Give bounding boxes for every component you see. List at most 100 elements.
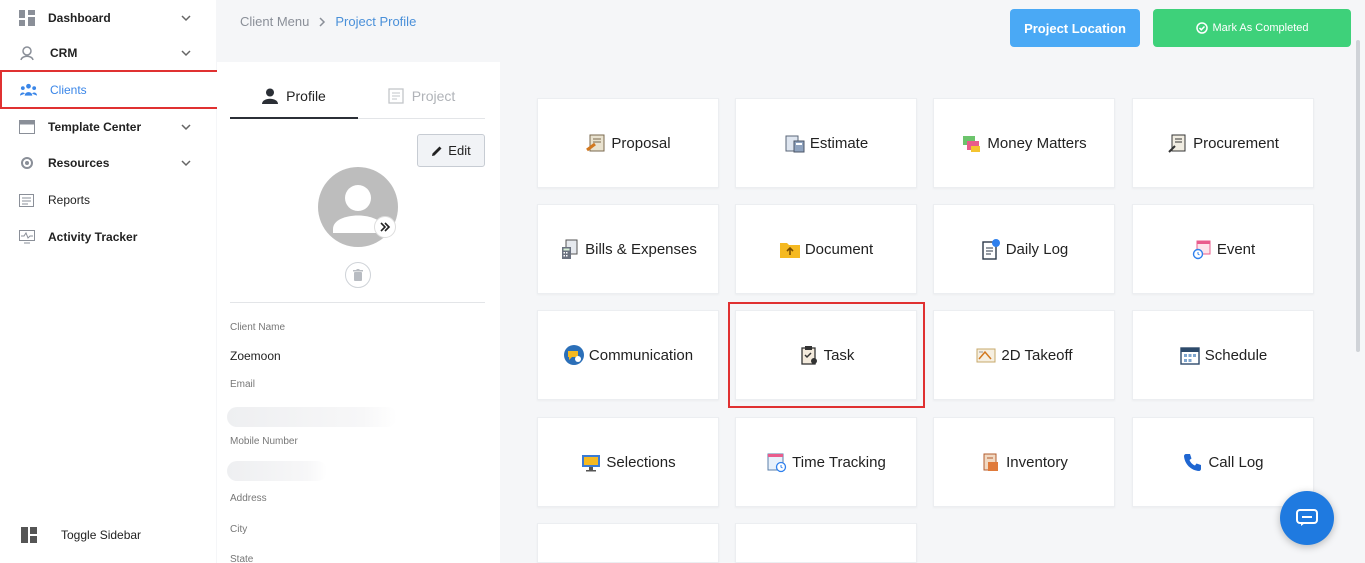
project-location-button[interactable]: Project Location [1010,9,1140,47]
card-event[interactable]: Event [1132,204,1314,294]
chat-icon [1296,509,1318,526]
sidebar-item-activity-tracker[interactable]: Activity Tracker [0,219,216,255]
mobile-value-redacted [227,461,327,481]
card-selections[interactable]: Selections [537,417,719,507]
card-label: Schedule [1204,346,1268,364]
expand-avatar-button[interactable] [374,216,396,238]
sidebar-item-label: Dashboard [48,11,111,25]
chevron-down-icon [181,124,191,131]
card-label: Document [804,240,874,258]
card-partial[interactable] [735,523,917,563]
sidebar-item-label: Clients [50,82,87,97]
communication-icon [563,344,585,366]
card-label: Call Log [1208,453,1264,471]
activity-icon [18,229,35,246]
tab-project[interactable]: Project [358,74,485,119]
scrollbar[interactable] [1356,40,1360,352]
city-label: City [230,524,248,535]
card-label: Event [1216,240,1256,258]
edit-label: Edit [448,143,471,158]
sidebar-item-template-center[interactable]: Template Center [0,109,216,145]
event-icon [1191,238,1213,260]
sidebar-toggle-icon [20,527,37,544]
card-label: Bills & Expenses [585,240,697,258]
tab-profile[interactable]: Profile [230,74,358,119]
double-chevron-right-icon [380,222,391,232]
toggle-sidebar-label: Toggle Sidebar [61,528,142,542]
procurement-icon [1167,132,1189,154]
check-badge-icon [1195,22,1208,34]
delete-avatar-button[interactable] [345,262,371,288]
card-communication[interactable]: Communication [537,310,719,400]
toggle-sidebar-button[interactable]: Toggle Sidebar [0,517,216,553]
sidebar-item-label: Resources [48,156,110,170]
project-location-label: Project Location [1024,20,1126,36]
card-time-tracking[interactable]: Time Tracking [735,417,917,507]
divider [230,302,485,303]
card-estimate[interactable]: Estimate [735,98,917,188]
address-label: Address [230,493,267,504]
card-proposal[interactable]: Proposal [537,98,719,188]
card-label: Time Tracking [792,453,886,471]
card-bills-expenses[interactable]: Bills & Expenses [537,204,719,294]
crm-icon [18,45,35,62]
sidebar-item-crm[interactable]: CRM [0,35,216,71]
card-inventory[interactable]: Inventory [933,417,1115,507]
card-label: Inventory [1006,453,1068,471]
card-daily-log[interactable]: Daily Log [933,204,1115,294]
card-money-matters[interactable]: Money Matters [933,98,1115,188]
mobile-number-label: Mobile Number [230,436,298,447]
card-document[interactable]: Document [735,204,917,294]
clients-icon [20,81,37,98]
takeoff-icon [975,344,997,366]
sidebar-item-label: Template Center [48,120,142,134]
card-label: Communication [588,346,694,364]
sidebar-item-resources[interactable]: Resources [0,145,216,181]
bills-icon [559,238,581,260]
card-label: 2D Takeoff [1001,346,1073,364]
email-value-redacted [227,407,397,427]
estimate-icon [784,132,806,154]
sidebar-item-label: CRM [50,46,78,60]
card-schedule[interactable]: Schedule [1132,310,1314,400]
chevron-down-icon [181,15,191,22]
profile-panel: Profile Project Edit Client Name Zoemoon… [217,62,500,563]
chat-button[interactable] [1280,491,1334,545]
client-name-label: Client Name [230,322,286,333]
card-label: Proposal [611,134,671,152]
sidebar: Dashboard CRM Clients Template Center Re… [0,0,219,563]
daily-log-icon [980,238,1002,260]
reports-icon [18,192,35,209]
sidebar-item-label: Reports [48,193,91,207]
breadcrumb-parent[interactable]: Client Menu [240,14,309,29]
inventory-icon [980,451,1002,473]
pencil-icon [432,146,442,156]
breadcrumb: Client Menu Project Profile [240,14,416,29]
sidebar-item-reports[interactable]: Reports [0,182,216,218]
mark-completed-label: Mark As Completed [1212,22,1309,34]
edit-button[interactable]: Edit [417,134,485,167]
user-icon [262,88,279,104]
call-log-icon [1182,451,1204,473]
sidebar-item-dashboard[interactable]: Dashboard [0,0,216,36]
email-label: Email [230,379,256,390]
chevron-down-icon [181,160,191,167]
card-partial[interactable] [537,523,719,563]
mark-completed-button[interactable]: Mark As Completed [1153,9,1351,47]
card-procurement[interactable]: Procurement [1132,98,1314,188]
schedule-icon [1179,344,1201,366]
card-label: Selections [606,453,676,471]
chevron-down-icon [181,50,191,57]
chevron-right-icon [319,16,326,27]
card-label: Daily Log [1005,240,1069,258]
card-call-log[interactable]: Call Log [1132,417,1314,507]
money-icon [961,132,983,154]
tab-project-label: Project [411,88,456,104]
dashboard-icon [18,10,35,27]
resources-icon [18,155,35,172]
tab-profile-label: Profile [286,87,326,104]
task-card-highlight [728,302,925,408]
sidebar-item-clients[interactable]: Clients [0,70,219,109]
card-2d-takeoff[interactable]: 2D Takeoff [933,310,1115,400]
trash-icon [353,269,363,281]
